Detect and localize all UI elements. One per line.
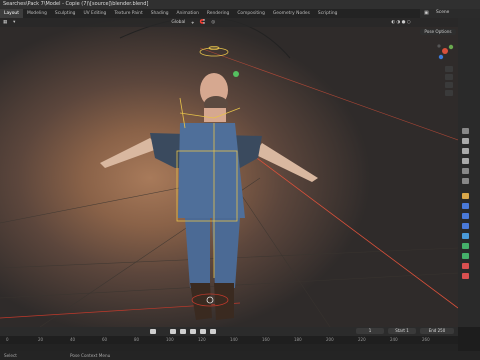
workspace-tabs: Layout Modeling Sculpting UV Editing Tex…: [0, 9, 480, 18]
scene-icon: ▣: [424, 10, 429, 16]
pose-options-dropdown[interactable]: Pose Options: [420, 29, 456, 35]
scene-properties-icon[interactable]: [462, 168, 469, 174]
tab-shading[interactable]: Shading: [147, 9, 173, 18]
tab-animation[interactable]: Animation: [173, 9, 203, 18]
title-bar: Searches\Pack 7\Model - Copie (7)\[sourc…: [0, 0, 480, 9]
tab-scripting[interactable]: Scripting: [314, 9, 342, 18]
viewport-nav-buttons[interactable]: [445, 66, 453, 96]
tab-sculpting[interactable]: Sculpting: [51, 9, 80, 18]
particles-icon[interactable]: [462, 213, 469, 219]
selected-bone: [233, 71, 239, 77]
output-icon[interactable]: [462, 148, 469, 154]
tick-label: 160: [262, 337, 270, 342]
character-model: [100, 73, 318, 320]
tick-label: 260: [422, 337, 430, 342]
material-icon[interactable]: [462, 263, 469, 269]
tick-label: 0: [6, 337, 9, 342]
tab-texture-paint[interactable]: Texture Paint: [110, 9, 146, 18]
status-select: Select: [4, 353, 17, 358]
zoom-icon[interactable]: [445, 66, 453, 72]
tick-label: 180: [294, 337, 302, 342]
render-icon[interactable]: [462, 138, 469, 144]
snap-icon[interactable]: 🧲: [197, 20, 208, 25]
tab-modeling[interactable]: Modeling: [23, 9, 51, 18]
texture-icon[interactable]: [462, 273, 469, 279]
tick-label: 140: [230, 337, 238, 342]
tick-label: 220: [358, 337, 366, 342]
modifier-icon[interactable]: [462, 203, 469, 209]
status-bar: Select Pose Context Menu: [0, 351, 480, 360]
tool-properties-icon[interactable]: [462, 128, 469, 134]
tab-geometry-nodes[interactable]: Geometry Nodes: [269, 9, 314, 18]
grid-icon[interactable]: [445, 90, 453, 96]
bone-icon[interactable]: [462, 253, 469, 259]
tick-label: 200: [326, 337, 334, 342]
viewport-shading-icons[interactable]: ◐ ◑ ● ○: [388, 20, 414, 25]
pivot-icon[interactable]: ⌖: [188, 20, 196, 26]
current-frame-field[interactable]: 1: [356, 328, 384, 334]
proportional-icon[interactable]: ◎: [208, 20, 218, 25]
end-frame-field[interactable]: End 250: [420, 328, 454, 334]
end-value: 250: [437, 328, 446, 333]
tick-label: 40: [70, 337, 76, 342]
navigation-gizmo[interactable]: [434, 40, 456, 62]
start-label: Start: [395, 328, 405, 333]
start-value: 1: [406, 328, 409, 333]
tick-label: 60: [102, 337, 108, 342]
play-icon[interactable]: [190, 329, 196, 334]
3d-viewport[interactable]: [0, 18, 458, 327]
scene-label: Scene: [436, 10, 450, 15]
viewport-scene: [0, 18, 458, 327]
jump-end-icon[interactable]: [210, 329, 216, 334]
next-key-icon[interactable]: [200, 329, 206, 334]
tick-label: 240: [390, 337, 398, 342]
end-label: End: [428, 328, 437, 333]
tick-label: 120: [198, 337, 206, 342]
transform-orientation[interactable]: Global: [168, 20, 188, 25]
viewport-header: ▦ ▾ Global ⌖ 🧲 ◎ ◐ ◑ ● ○: [0, 18, 458, 27]
editor-type-icon[interactable]: ▦: [0, 20, 10, 25]
properties-editor: [458, 18, 480, 327]
jump-start-icon[interactable]: [150, 329, 156, 334]
status-context: Pose Context Menu: [70, 353, 111, 358]
prev-key-icon[interactable]: [170, 329, 176, 334]
tick-label: 80: [134, 337, 140, 342]
tick-label: 100: [166, 337, 174, 342]
tab-layout[interactable]: Layout: [0, 9, 23, 18]
world-icon[interactable]: [462, 178, 469, 184]
view-layer-icon[interactable]: [462, 158, 469, 164]
physics-icon[interactable]: [462, 223, 469, 229]
pan-icon[interactable]: [445, 74, 453, 80]
camera-icon[interactable]: [445, 82, 453, 88]
view-menu[interactable]: ▾: [10, 20, 18, 25]
tick-label: 20: [38, 337, 44, 342]
start-frame-field[interactable]: Start 1: [388, 328, 416, 334]
window-title: Searches\Pack 7\Model - Copie (7)\[sourc…: [3, 1, 149, 7]
tab-rendering[interactable]: Rendering: [203, 9, 233, 18]
constraints-icon[interactable]: [462, 233, 469, 239]
x-axis-line: [229, 137, 458, 309]
tab-uv-editing[interactable]: UV Editing: [79, 9, 110, 18]
data-icon[interactable]: [462, 243, 469, 249]
scene-selector[interactable]: ▣ Scene: [420, 9, 480, 18]
play-reverse-icon[interactable]: [180, 329, 186, 334]
object-properties-icon[interactable]: [462, 193, 469, 199]
tab-compositing[interactable]: Compositing: [233, 9, 269, 18]
